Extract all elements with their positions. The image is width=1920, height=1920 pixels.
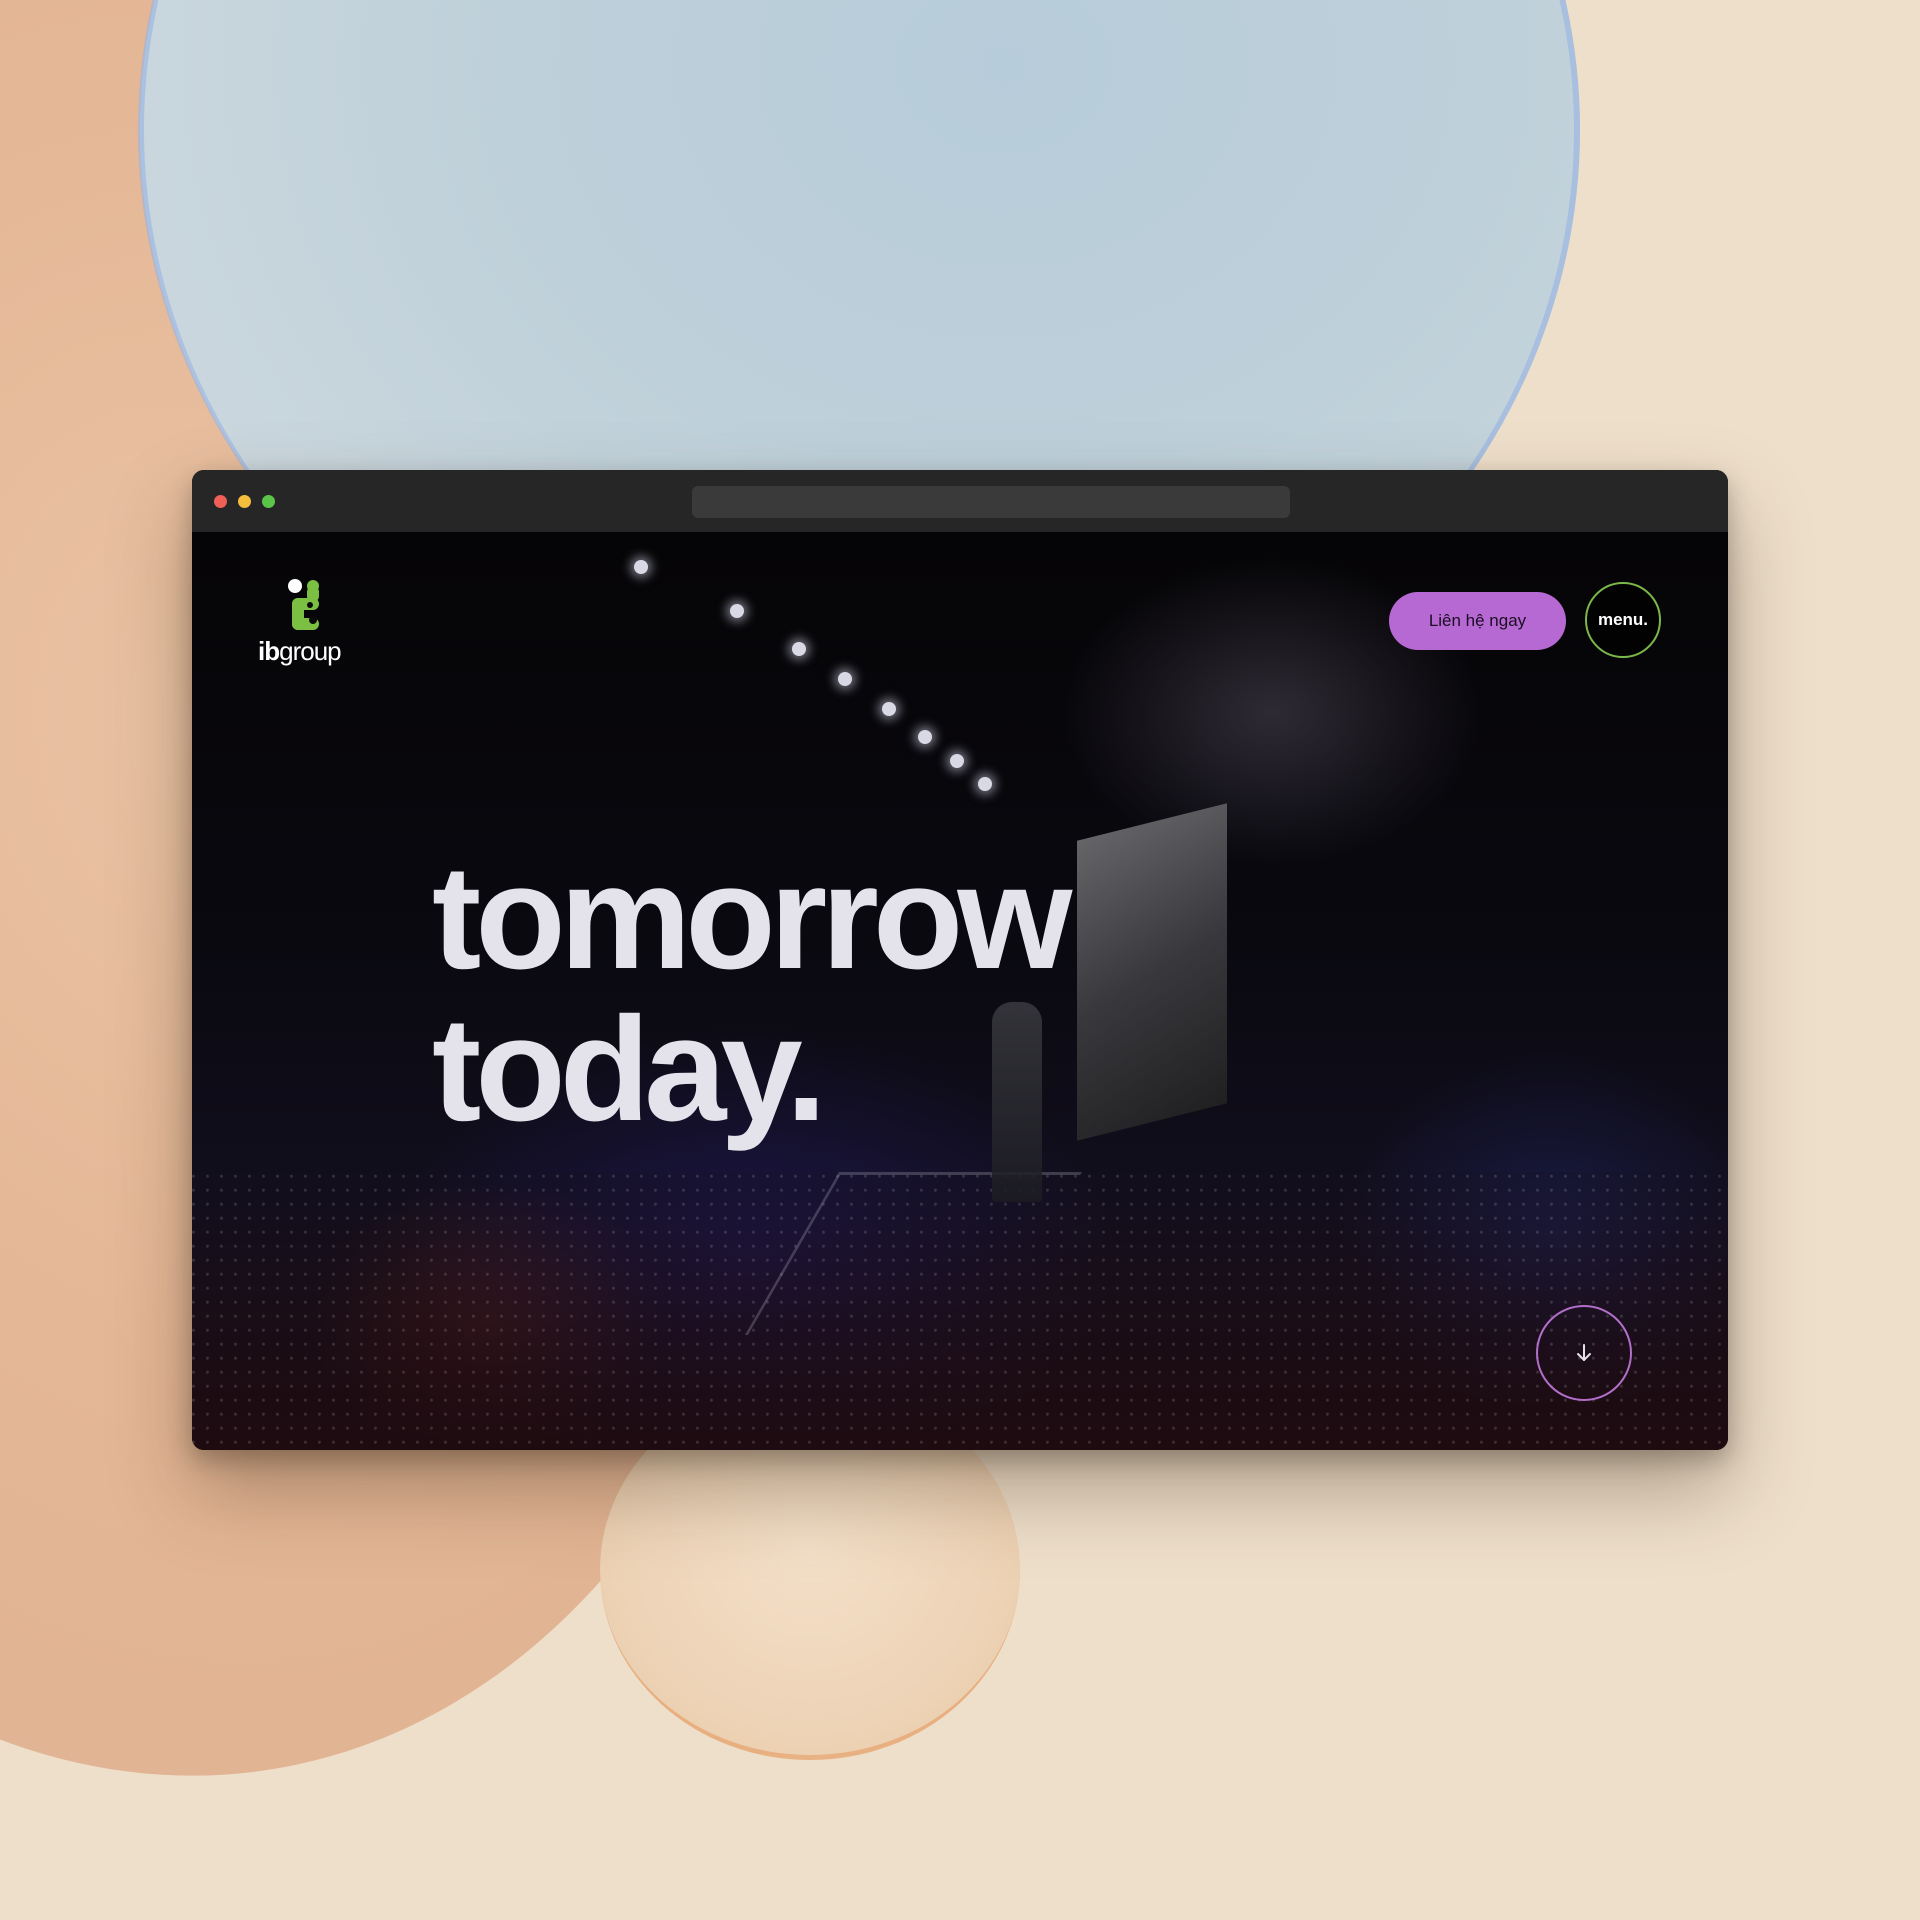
- browser-titlebar: [192, 470, 1728, 532]
- logo-wordmark: ibgroup: [258, 636, 342, 666]
- hero-section: ibgroup Liên hệ ngay menu. tomorrow toda…: [192, 532, 1728, 1450]
- stage-light: [950, 754, 964, 768]
- hero-line-1: tomorrow: [432, 835, 1072, 1000]
- stage-light: [882, 702, 896, 716]
- logo-mark-icon: [288, 579, 319, 630]
- stage-light: [978, 777, 992, 791]
- stage-screen: [1077, 803, 1227, 1141]
- stage-light: [730, 604, 744, 618]
- scroll-down-button[interactable]: [1536, 1305, 1632, 1401]
- ibgroup-logo[interactable]: ibgroup: [258, 576, 350, 668]
- minimize-window-icon[interactable]: [238, 495, 251, 508]
- stage-light: [634, 560, 648, 574]
- stage-light: [838, 672, 852, 686]
- hero-headline: tomorrow today.: [432, 835, 1072, 1152]
- close-window-icon[interactable]: [214, 495, 227, 508]
- hero-line-2: today.: [432, 987, 827, 1152]
- stage-light: [792, 642, 806, 656]
- arrow-down-icon: [1577, 1344, 1591, 1361]
- menu-button[interactable]: menu.: [1585, 582, 1661, 658]
- stage-light: [918, 730, 932, 744]
- address-bar[interactable]: [692, 486, 1290, 518]
- browser-window: ibgroup Liên hệ ngay menu. tomorrow toda…: [192, 470, 1728, 1450]
- contact-now-button[interactable]: Liên hệ ngay: [1389, 592, 1566, 650]
- maximize-window-icon[interactable]: [262, 495, 275, 508]
